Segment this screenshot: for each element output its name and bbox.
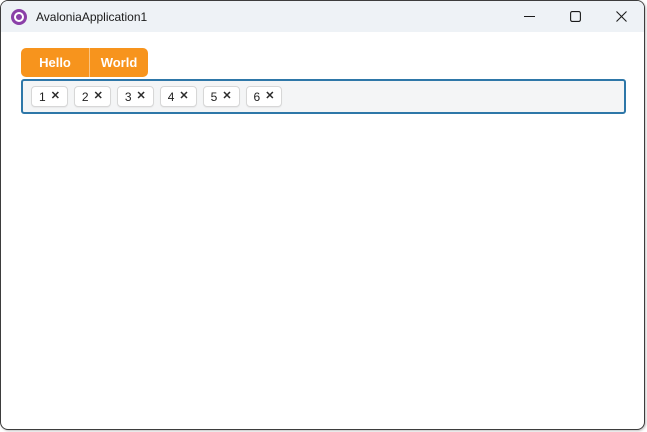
tag-remove-icon[interactable]: ✕ xyxy=(179,91,188,102)
hello-button[interactable]: Hello xyxy=(21,48,89,77)
maximize-button[interactable] xyxy=(552,1,598,32)
minimize-button[interactable] xyxy=(506,1,552,32)
tag-remove-icon[interactable]: ✕ xyxy=(222,91,231,102)
tag-label: 6 xyxy=(253,89,261,104)
tag-chip: 2 ✕ xyxy=(73,86,111,107)
window-title: AvaloniaApplication1 xyxy=(36,9,148,24)
caption-buttons xyxy=(506,1,644,32)
tag-input[interactable]: 1 ✕ 2 ✕ 3 ✕ 4 ✕ 5 ✕ 6 ✕ xyxy=(21,79,626,114)
tag-remove-icon[interactable]: ✕ xyxy=(94,91,103,102)
hello-world-split-button: Hello World xyxy=(21,48,148,77)
tag-remove-icon[interactable]: ✕ xyxy=(51,91,60,102)
app-window: AvaloniaApplication1 Hello World 1 ✕ 2 ✕… xyxy=(0,0,645,430)
tag-chip: 4 ✕ xyxy=(159,86,197,107)
tag-remove-icon[interactable]: ✕ xyxy=(265,91,274,102)
tag-chip: 6 ✕ xyxy=(245,86,283,107)
avalonia-logo-icon xyxy=(11,8,27,25)
close-button[interactable] xyxy=(598,1,644,32)
world-button[interactable]: World xyxy=(89,48,148,77)
title-bar[interactable]: AvaloniaApplication1 xyxy=(1,1,644,32)
tag-label: 5 xyxy=(210,89,218,104)
tag-label: 4 xyxy=(167,89,175,104)
tag-label: 3 xyxy=(124,89,132,104)
tag-remove-icon[interactable]: ✕ xyxy=(137,91,146,102)
tag-chip: 1 ✕ xyxy=(31,86,68,107)
window-content: Hello World 1 ✕ 2 ✕ 3 ✕ 4 ✕ 5 ✕ 6 ✕ xyxy=(1,32,644,114)
minimize-icon xyxy=(523,15,535,18)
tag-label: 1 xyxy=(39,89,46,104)
maximize-icon xyxy=(569,11,581,22)
tag-chip: 3 ✕ xyxy=(116,86,154,107)
close-icon xyxy=(615,11,627,22)
tag-chip: 5 ✕ xyxy=(202,86,240,107)
tag-label: 2 xyxy=(81,89,89,104)
